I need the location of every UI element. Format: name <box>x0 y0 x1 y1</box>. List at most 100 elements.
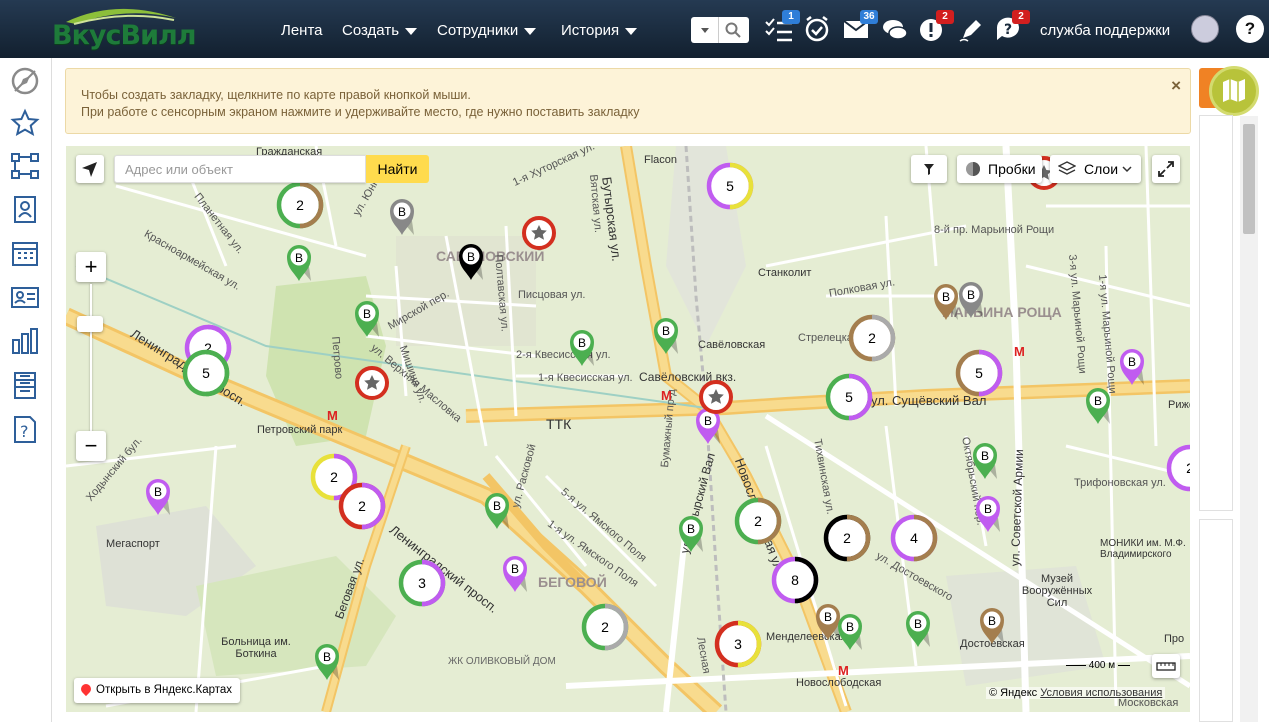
location-arrow-icon <box>82 162 97 177</box>
cluster-marker[interactable]: 3 <box>398 559 446 607</box>
map-toggle-button[interactable] <box>1209 66 1259 116</box>
terms-link[interactable]: Условия использования <box>1040 687 1162 699</box>
chat-button[interactable] <box>881 14 911 44</box>
cluster-marker[interactable]: 5 <box>955 349 1003 397</box>
help-document-icon[interactable]: ? <box>10 414 40 444</box>
store-pin-letter: В <box>511 562 519 576</box>
search-scope-dropdown[interactable] <box>691 17 719 43</box>
cluster-marker[interactable]: 2 <box>823 514 871 562</box>
alerts-button[interactable]: 2 <box>918 10 954 44</box>
id-card-icon[interactable] <box>10 282 40 312</box>
search-icon[interactable] <box>725 22 741 38</box>
nav-history[interactable]: История <box>561 22 638 39</box>
header-search[interactable] <box>691 17 749 43</box>
store-pin[interactable]: В <box>315 644 339 680</box>
store-pin-letter: В <box>578 336 586 350</box>
compass-off-icon[interactable] <box>10 66 40 96</box>
alarm-button[interactable] <box>804 14 834 44</box>
sign-button[interactable] <box>957 14 987 44</box>
store-pin-letter: В <box>988 614 996 628</box>
cluster-marker[interactable]: 5 <box>825 373 873 421</box>
store-pin-letter: В <box>981 449 989 463</box>
traffic-button[interactable]: Пробки <box>957 155 1042 183</box>
alerts-badge: 2 <box>936 10 954 24</box>
cluster-marker[interactable]: 4 <box>890 514 938 562</box>
store-pin[interactable]: В <box>906 611 930 647</box>
mail-button[interactable]: 36 <box>842 10 878 44</box>
structure-icon[interactable] <box>10 151 40 181</box>
svg-text:?: ? <box>20 422 29 441</box>
store-pin[interactable]: В <box>654 318 678 354</box>
user-name[interactable]: служба поддержки <box>1040 22 1170 39</box>
store-pin[interactable]: В <box>503 556 527 592</box>
bar-chart-icon[interactable] <box>10 326 40 356</box>
ruler-button[interactable] <box>1152 654 1180 678</box>
store-pin-letter: В <box>398 205 406 219</box>
open-in-yandex-maps-button[interactable]: Открыть в Яндекс.Картах <box>74 678 241 703</box>
store-pin[interactable]: В <box>146 479 170 515</box>
cluster-marker[interactable]: 3 <box>714 620 762 668</box>
cluster-marker[interactable]: 2 <box>338 482 386 530</box>
nav-create[interactable]: Создать <box>342 22 418 39</box>
cluster-marker[interactable]: 8 <box>771 556 819 604</box>
cluster-marker[interactable]: 2 <box>734 497 782 545</box>
fullscreen-button[interactable] <box>1152 155 1180 183</box>
geolocation-button[interactable] <box>76 155 104 183</box>
store-pin-letter: В <box>824 610 832 624</box>
expand-icon <box>1158 161 1174 177</box>
cluster-marker[interactable]: 2 <box>1166 444 1190 492</box>
page-scrollbar[interactable] <box>1240 116 1258 722</box>
vkusvill-logo[interactable]: ВкусВилл <box>46 4 197 56</box>
chat-bubbles-icon <box>883 20 908 40</box>
cluster-marker[interactable]: 5 <box>706 162 754 210</box>
store-pin[interactable]: В <box>570 330 594 366</box>
bookmark-star-marker[interactable] <box>355 366 389 400</box>
zoom-in-button[interactable]: + <box>76 252 106 282</box>
bookmark-star-marker[interactable] <box>699 380 733 414</box>
layers-button[interactable]: Слои <box>1050 155 1141 183</box>
store-pin[interactable]: В <box>980 608 1004 644</box>
store-pin[interactable]: В <box>1120 349 1144 385</box>
store-pin[interactable]: В <box>459 244 483 280</box>
zoom-out-button[interactable]: − <box>76 431 106 461</box>
filter-button[interactable] <box>911 155 947 183</box>
store-pin[interactable]: В <box>973 443 997 479</box>
store-pin-letter: В <box>687 522 695 536</box>
store-pin[interactable]: В <box>485 493 509 529</box>
scrollbar-thumb[interactable] <box>1243 124 1255 234</box>
cluster-marker[interactable]: 2 <box>276 181 324 229</box>
map-search-input[interactable]: Адрес или объект <box>114 155 366 183</box>
store-pin[interactable]: В <box>976 496 1000 532</box>
store-pin[interactable]: В <box>934 284 958 320</box>
contact-card-icon[interactable] <box>10 194 40 224</box>
store-pin[interactable]: В <box>838 614 862 650</box>
store-pin[interactable]: В <box>959 282 983 318</box>
cluster-marker[interactable]: 2 <box>848 314 896 362</box>
tasks-button[interactable]: 1 <box>764 10 800 44</box>
zoom-slider-thumb[interactable] <box>77 316 103 332</box>
store-pin[interactable]: В <box>355 301 379 337</box>
store-pin[interactable]: В <box>287 245 311 281</box>
store-pin[interactable]: В <box>679 516 703 552</box>
find-button[interactable]: Найти <box>366 155 429 183</box>
zoom-slider[interactable] <box>90 284 92 446</box>
map-search-placeholder: Адрес или объект <box>125 162 233 177</box>
star-icon[interactable] <box>10 108 40 138</box>
questions-button[interactable]: ? 2 <box>994 10 1030 44</box>
help-icon[interactable]: ? <box>1236 15 1264 43</box>
cluster-marker[interactable]: 5 <box>182 349 230 397</box>
store-pin[interactable]: В <box>1086 388 1110 424</box>
list-icon[interactable] <box>10 370 40 400</box>
store-pin-letter: В <box>1128 355 1136 369</box>
nav-employees[interactable]: Сотрудники <box>437 22 537 39</box>
cluster-marker[interactable]: 2 <box>581 603 629 651</box>
close-icon[interactable]: × <box>1171 77 1181 94</box>
store-pin[interactable]: В <box>816 604 840 640</box>
avatar[interactable] <box>1191 15 1219 43</box>
bookmark-star-marker[interactable] <box>522 216 556 250</box>
map-view[interactable]: САВЁЛОВСКИЙ МАРЬИНА РОЩА БЕГОВОЙ ТТК Сав… <box>66 146 1190 712</box>
map-markers-layer[interactable]: 25252232552248322ВВВВВВВВВВВВВВВВВВВВВВ <box>66 146 1190 712</box>
nav-feed[interactable]: Лента <box>281 22 323 39</box>
store-pin[interactable]: В <box>390 199 414 235</box>
calendar-icon[interactable] <box>10 238 40 268</box>
